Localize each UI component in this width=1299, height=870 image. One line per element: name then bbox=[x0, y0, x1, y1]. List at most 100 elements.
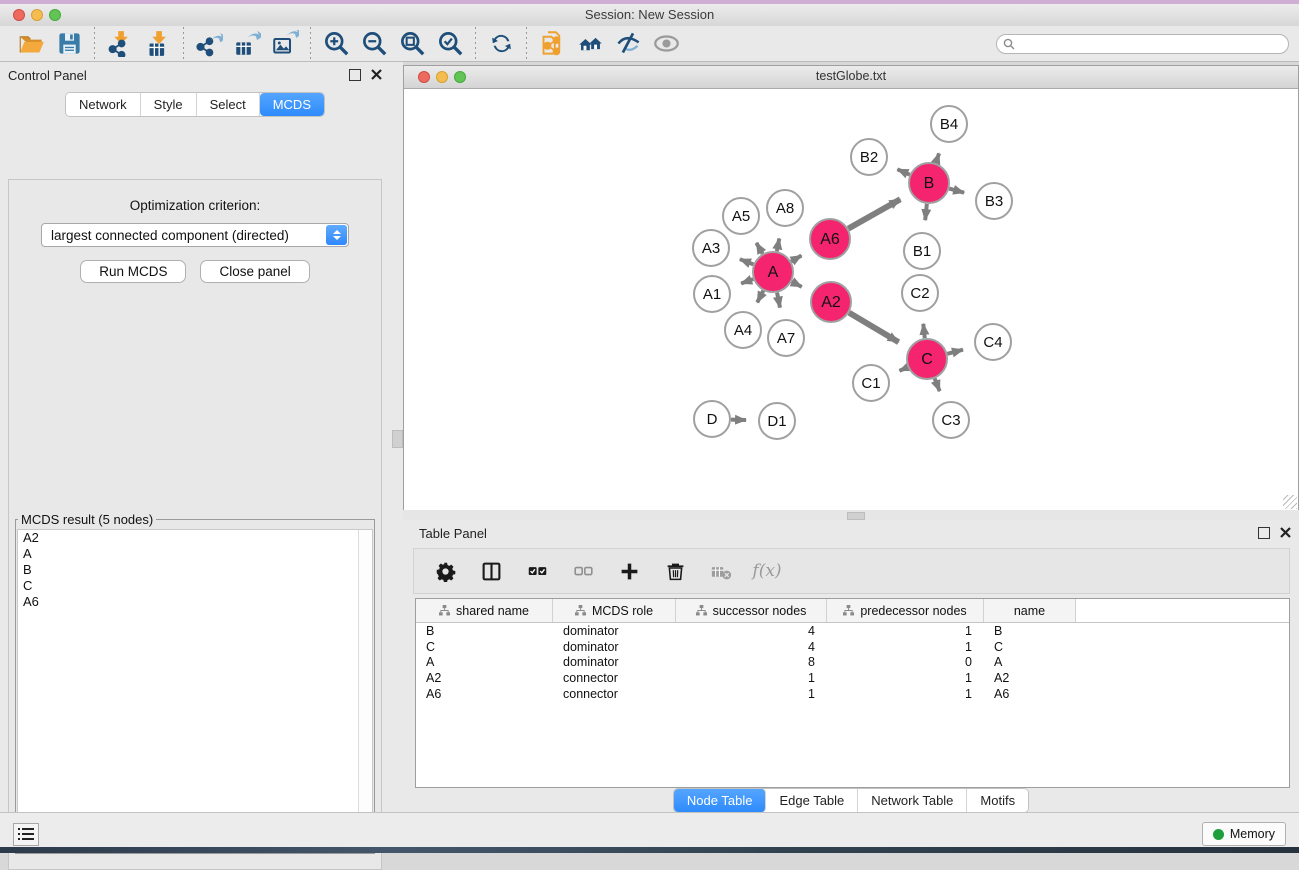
select-all-checks-button[interactable] bbox=[524, 558, 550, 584]
graph-node-B[interactable]: B bbox=[909, 163, 949, 203]
cell-shared-name[interactable]: B bbox=[416, 624, 553, 638]
column-header-predecessor-nodes[interactable]: predecessor nodes bbox=[827, 599, 984, 622]
cell-predecessor-nodes[interactable]: 0 bbox=[827, 655, 984, 669]
tab-node-table[interactable]: Node Table bbox=[674, 789, 767, 812]
graph-edge[interactable] bbox=[935, 379, 940, 392]
tab-style[interactable]: Style bbox=[141, 93, 197, 116]
cell-MCDS-role[interactable]: dominator bbox=[553, 624, 676, 638]
horizontal-splitter[interactable] bbox=[403, 510, 1299, 520]
cell-predecessor-nodes[interactable]: 1 bbox=[827, 671, 984, 685]
import-table-button[interactable] bbox=[139, 28, 177, 60]
graph-edge[interactable] bbox=[897, 169, 909, 174]
graph-node-C1[interactable]: C1 bbox=[853, 365, 889, 401]
graph-node-C4[interactable]: C4 bbox=[975, 324, 1011, 360]
cell-MCDS-role[interactable]: dominator bbox=[553, 640, 676, 654]
cell-name[interactable]: A6 bbox=[984, 687, 1076, 701]
node-table[interactable]: shared nameMCDS rolesuccessor nodesprede… bbox=[415, 598, 1290, 788]
open-session-button[interactable] bbox=[12, 28, 50, 60]
column-header-MCDS-role[interactable]: MCDS role bbox=[553, 599, 676, 622]
graph-node-D[interactable]: D bbox=[694, 401, 730, 437]
graph-edge[interactable] bbox=[777, 238, 779, 251]
delete-rows-button[interactable] bbox=[662, 558, 688, 584]
graph-node-C[interactable]: C bbox=[907, 339, 947, 379]
columns-button[interactable] bbox=[478, 558, 504, 584]
graph-edge[interactable] bbox=[792, 282, 802, 287]
graph-node-A7[interactable]: A7 bbox=[768, 320, 804, 356]
mcds-result-item[interactable]: C bbox=[18, 578, 372, 594]
memory-button[interactable]: Memory bbox=[1202, 822, 1286, 846]
search-input[interactable] bbox=[996, 34, 1289, 54]
scrollbar-track[interactable] bbox=[358, 530, 372, 851]
graph-node-A6[interactable]: A6 bbox=[810, 219, 850, 259]
table-row[interactable]: A2connector11A2 bbox=[416, 670, 1289, 686]
tab-network-table[interactable]: Network Table bbox=[858, 789, 967, 812]
graph-edge[interactable] bbox=[741, 279, 753, 283]
cell-shared-name[interactable]: A bbox=[416, 655, 553, 669]
graph-node-A2[interactable]: A2 bbox=[811, 282, 851, 322]
show-all-button[interactable] bbox=[647, 28, 685, 60]
zoom-fit-button[interactable] bbox=[393, 28, 431, 60]
cell-name[interactable]: A2 bbox=[984, 671, 1076, 685]
graph-edge[interactable] bbox=[947, 350, 963, 354]
float-panel-icon[interactable] bbox=[349, 69, 361, 81]
settings-button[interactable] bbox=[432, 558, 458, 584]
vertical-splitter[interactable] bbox=[390, 62, 403, 812]
graph-node-A3[interactable]: A3 bbox=[693, 230, 729, 266]
cell-successor-nodes[interactable]: 8 bbox=[676, 655, 827, 669]
clear-checks-button[interactable] bbox=[570, 558, 596, 584]
mcds-result-item[interactable]: A6 bbox=[18, 594, 372, 610]
graph-node-B4[interactable]: B4 bbox=[931, 106, 967, 142]
cell-MCDS-role[interactable]: dominator bbox=[553, 655, 676, 669]
tab-motifs[interactable]: Motifs bbox=[967, 789, 1028, 812]
graph-node-B3[interactable]: B3 bbox=[976, 183, 1012, 219]
graph-node-A5[interactable]: A5 bbox=[723, 198, 759, 234]
graph-edge[interactable] bbox=[757, 291, 763, 303]
tab-network[interactable]: Network bbox=[66, 93, 141, 116]
cell-successor-nodes[interactable]: 4 bbox=[676, 640, 827, 654]
column-header-shared-name[interactable]: shared name bbox=[416, 599, 553, 622]
splitter-grip[interactable] bbox=[847, 512, 865, 520]
criterion-dropdown[interactable]: largest connected component (directed) bbox=[41, 223, 349, 247]
close-panel-icon[interactable] bbox=[1280, 526, 1291, 541]
run-mcds-button[interactable]: Run MCDS bbox=[80, 260, 186, 283]
graph-node-C2[interactable]: C2 bbox=[902, 275, 938, 311]
cell-predecessor-nodes[interactable]: 1 bbox=[827, 687, 984, 701]
export-table-button[interactable] bbox=[228, 28, 266, 60]
resize-grip[interactable] bbox=[1283, 495, 1297, 509]
export-network-button[interactable] bbox=[190, 28, 228, 60]
graph-edge[interactable] bbox=[923, 324, 925, 338]
column-header-successor-nodes[interactable]: successor nodes bbox=[676, 599, 827, 622]
mcds-result-item[interactable]: A bbox=[18, 546, 372, 562]
add-row-button[interactable] bbox=[616, 558, 642, 584]
graph-edge[interactable] bbox=[848, 199, 900, 228]
graph-edge[interactable] bbox=[899, 367, 907, 371]
cell-shared-name[interactable]: C bbox=[416, 640, 553, 654]
graph-node-C3[interactable]: C3 bbox=[933, 402, 969, 438]
graph-edge[interactable] bbox=[777, 293, 780, 308]
cell-successor-nodes[interactable]: 1 bbox=[676, 671, 827, 685]
duplicate-network-button[interactable] bbox=[533, 28, 571, 60]
graph-node-B1[interactable]: B1 bbox=[904, 233, 940, 269]
cell-MCDS-role[interactable]: connector bbox=[553, 687, 676, 701]
cell-predecessor-nodes[interactable]: 1 bbox=[827, 624, 984, 638]
graph-node-D1[interactable]: D1 bbox=[759, 403, 795, 439]
home-button[interactable] bbox=[571, 28, 609, 60]
column-header-name[interactable]: name bbox=[984, 599, 1076, 622]
mcds-result-item[interactable]: A2 bbox=[18, 530, 372, 546]
refresh-button[interactable] bbox=[482, 28, 520, 60]
tab-select[interactable]: Select bbox=[197, 93, 260, 116]
mcds-result-item[interactable]: B bbox=[18, 562, 372, 578]
graph-edge[interactable] bbox=[849, 313, 899, 342]
graph-edge[interactable] bbox=[756, 243, 762, 254]
cell-name[interactable]: C bbox=[984, 640, 1076, 654]
close-panel-icon[interactable] bbox=[371, 68, 382, 83]
network-canvas[interactable]: AA1A2A3A4A5A6A7A8BB1B2B3B4CC1C2C3C4DD1 bbox=[404, 89, 1298, 510]
cell-name[interactable]: B bbox=[984, 624, 1076, 638]
cell-name[interactable]: A bbox=[984, 655, 1076, 669]
graph-node-A8[interactable]: A8 bbox=[767, 190, 803, 226]
table-row[interactable]: A6connector11A6 bbox=[416, 686, 1289, 702]
cell-shared-name[interactable]: A2 bbox=[416, 671, 553, 685]
float-panel-icon[interactable] bbox=[1258, 527, 1270, 539]
delete-table-button[interactable] bbox=[708, 558, 734, 584]
task-history-button[interactable] bbox=[13, 823, 39, 846]
